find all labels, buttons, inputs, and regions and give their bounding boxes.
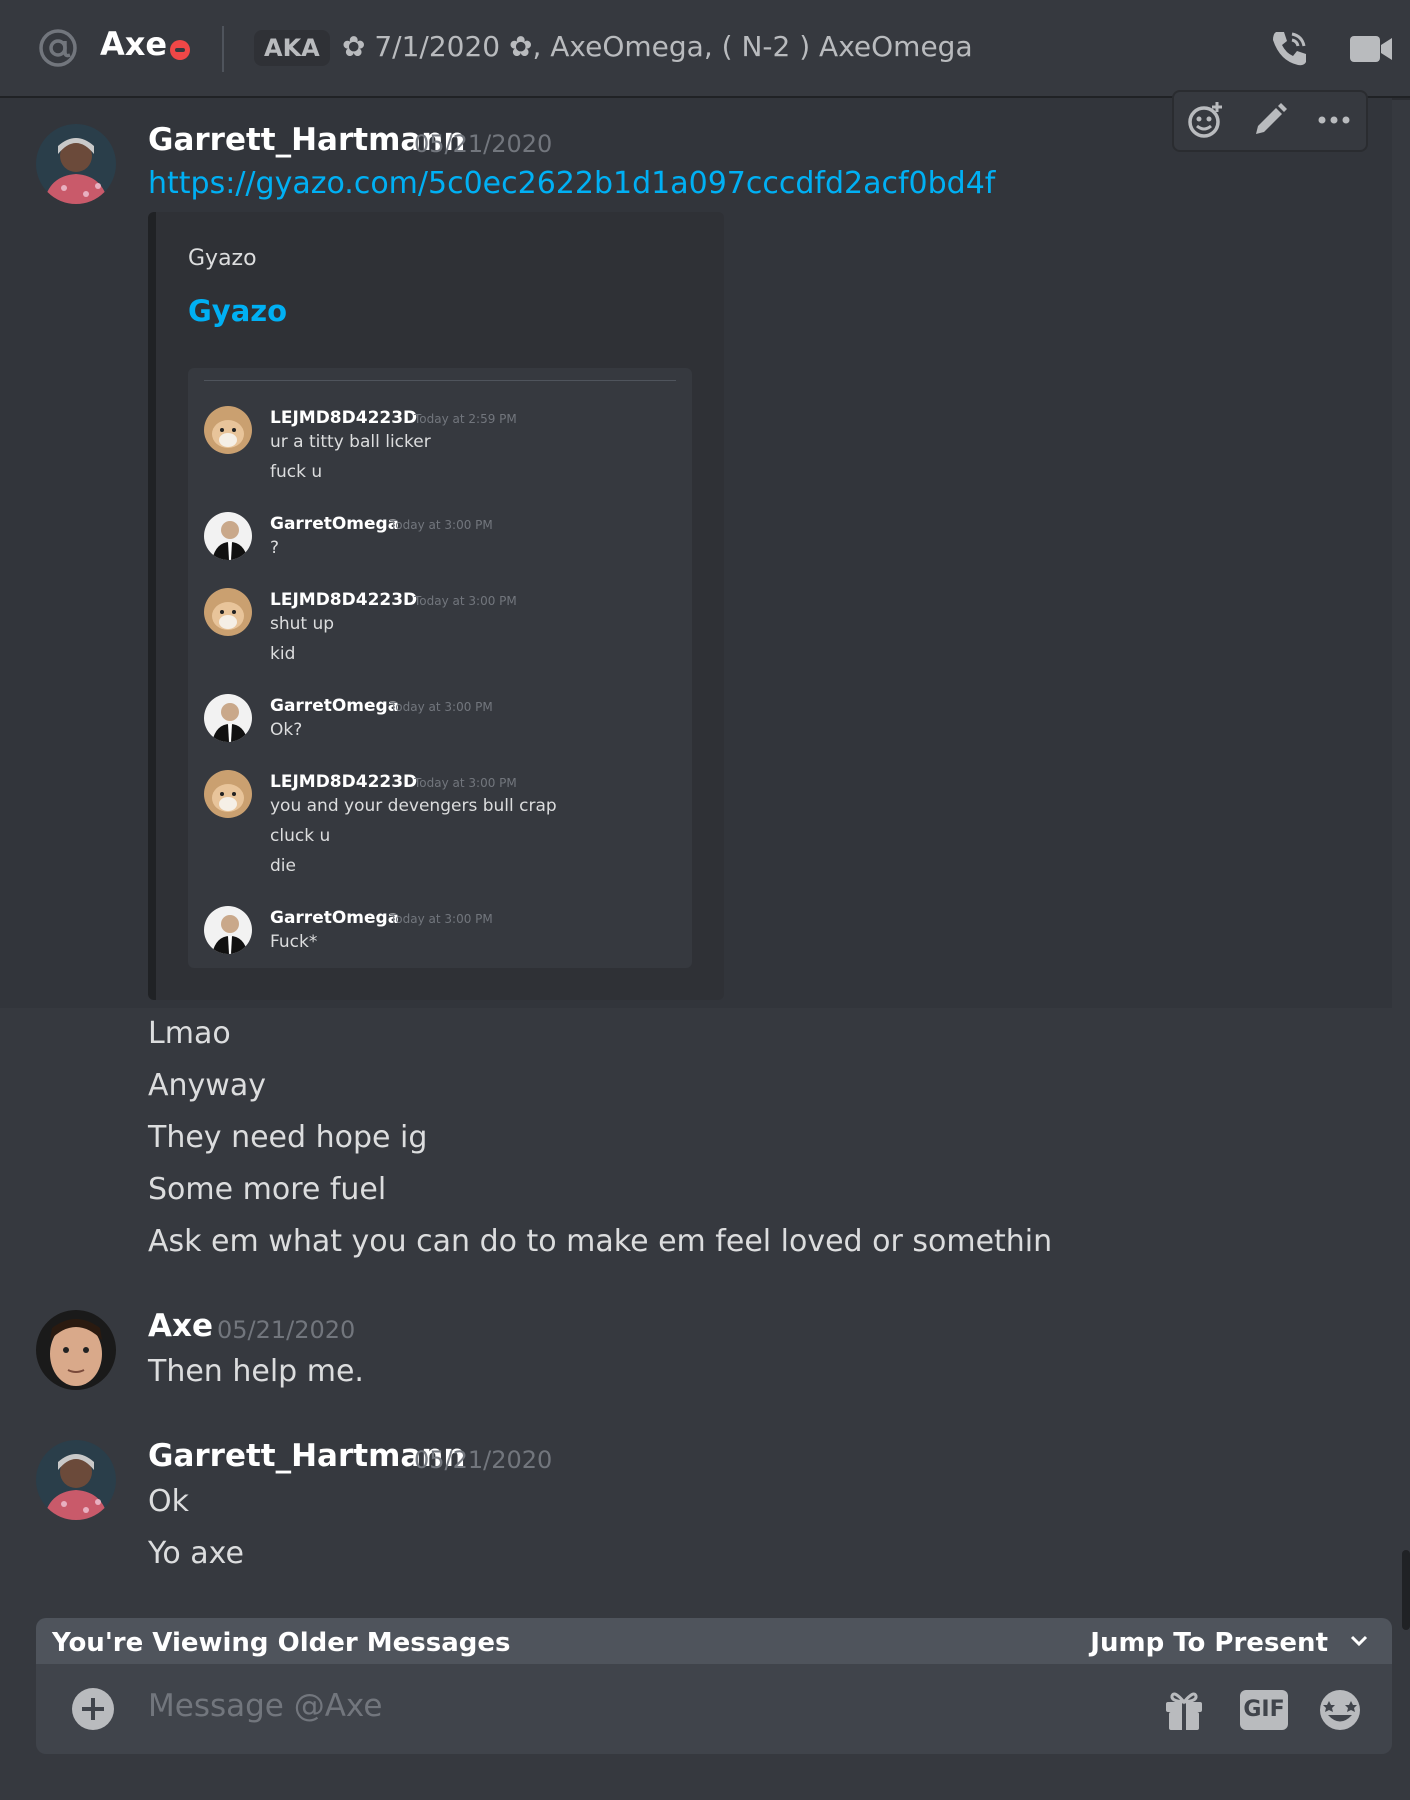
message-author[interactable]: Axe (148, 1308, 213, 1344)
video-icon[interactable] (1348, 30, 1394, 68)
message-line: Anyway (148, 1068, 266, 1103)
header-divider (222, 26, 224, 72)
jump-to-present-button[interactable]: Jump To Present (1090, 1628, 1328, 1658)
message-line: They need hope ig (148, 1120, 428, 1155)
message-line: Ok (148, 1484, 189, 1519)
older-messages-text: You're Viewing Older Messages (52, 1628, 511, 1658)
call-icon[interactable] (1268, 26, 1312, 70)
message-line: Yo axe (148, 1536, 244, 1571)
plus-icon[interactable] (72, 1688, 114, 1730)
message-line: Lmao (148, 1016, 231, 1051)
avatar (204, 588, 252, 636)
message-input[interactable]: Message @Axe (148, 1688, 382, 1724)
message-timestamp: 05/21/2020 (217, 1316, 356, 1344)
embed-provider[interactable]: Gyazo (188, 246, 257, 271)
avatar (204, 406, 252, 454)
screenshot-timestamp: Today at 3:00 PM (390, 700, 493, 714)
more-icon[interactable] (1314, 100, 1354, 140)
embed-image[interactable]: LEJMD8D4223D Today at 2:59 PM ur a titty… (188, 368, 692, 968)
screenshot-timestamp: Today at 3:00 PM (390, 518, 493, 532)
avatar (204, 770, 252, 818)
message-composer: Message @Axe GIF (36, 1664, 1392, 1754)
screenshot-timestamp: Today at 3:00 PM (414, 594, 517, 608)
screenshot-line: kid (270, 644, 296, 664)
screenshot-line: Ok? (270, 720, 303, 740)
screenshot-line: ur a titty ball licker (270, 432, 431, 452)
screenshot-line: cluck u (270, 826, 331, 846)
gif-button[interactable]: GIF (1240, 1690, 1288, 1730)
avatar (204, 906, 252, 954)
embed-image-divider (204, 380, 676, 381)
screenshot-timestamp: Today at 3:00 PM (414, 776, 517, 790)
screenshot-author: LEJMD8D4223D (270, 408, 418, 428)
gift-icon[interactable] (1162, 1688, 1206, 1732)
at-icon (38, 28, 78, 68)
emoji-icon[interactable] (1316, 1686, 1364, 1734)
header-nicknames: ✿ 7/1/2020 ✿, AxeOmega, ( N-2 ) AxeOmega (342, 30, 973, 63)
screenshot-author: GarretOmega (270, 696, 400, 716)
aka-badge[interactable]: AKA (254, 30, 330, 66)
screenshot-author: LEJMD8D4223D (270, 772, 418, 792)
screenshot-timestamp: Today at 2:59 PM (414, 412, 517, 426)
screenshot-line: Fuck* (270, 932, 318, 952)
screenshot-line: you and your devengers bull crap (270, 796, 557, 816)
avatar[interactable] (36, 1440, 116, 1520)
screenshot-line: ? (270, 538, 280, 558)
chevron-down-icon[interactable] (1348, 1630, 1370, 1652)
screenshot-line: fuck u (270, 462, 323, 482)
message-hover-toolbar (1172, 90, 1368, 152)
embed-title[interactable]: Gyazo (188, 294, 287, 328)
channel-header: Axe AKA ✿ 7/1/2020 ✿, AxeOmega, ( N-2 ) … (0, 0, 1410, 98)
add-reaction-icon[interactable] (1186, 100, 1226, 140)
screenshot-timestamp: Today at 3:00 PM (390, 912, 493, 926)
message-timestamp: 05/21/2020 (414, 1446, 553, 1474)
screenshot-author: GarretOmega (270, 514, 400, 534)
avatar[interactable] (36, 1310, 116, 1390)
dm-recipient-name[interactable]: Axe (100, 25, 167, 63)
scrollbar-thumb[interactable] (1402, 1550, 1410, 1630)
avatar[interactable] (36, 124, 116, 204)
message-line: Some more fuel (148, 1172, 387, 1207)
message-line: Ask em what you can do to make em feel l… (148, 1224, 1053, 1259)
link-embed: Gyazo Gyazo LEJMD8D4223D Today at 2:59 P… (148, 212, 724, 1000)
message-timestamp: 05/21/2020 (414, 130, 553, 158)
avatar (204, 512, 252, 560)
dnd-status-icon (170, 40, 190, 60)
message-line: Then help me. (148, 1354, 364, 1389)
message-link[interactable]: https://gyazo.com/5c0ec2622b1d1a097cccdf… (148, 166, 995, 201)
edit-icon[interactable] (1250, 100, 1290, 140)
screenshot-author: GarretOmega (270, 908, 400, 928)
screenshot-line: die (270, 856, 296, 876)
screenshot-line: shut up (270, 614, 335, 634)
avatar (204, 694, 252, 742)
screenshot-author: LEJMD8D4223D (270, 590, 418, 610)
